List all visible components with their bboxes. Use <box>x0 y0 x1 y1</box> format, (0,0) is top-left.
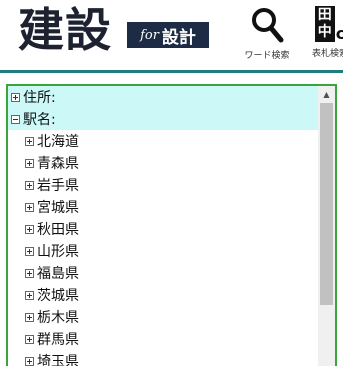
tree-child-label: 岩手県 <box>37 178 79 194</box>
logo-sekkei-text: 設計 <box>161 27 196 48</box>
nameplate-icon-bottom: 中 <box>317 24 332 40</box>
expand-plus-icon[interactable] <box>11 92 20 102</box>
expand-plus-icon[interactable] <box>25 312 34 322</box>
nameplate-icon-box: 田 中 <box>314 6 335 42</box>
table-search-label: 表札検索 <box>311 49 343 59</box>
logo-for-text: for <box>140 27 159 43</box>
tree-child-label: 栃木県 <box>37 310 79 326</box>
tree-child-label: 青森県 <box>37 156 79 172</box>
tree-child-item[interactable]: 宮城県 <box>8 196 318 218</box>
site-logo[interactable]: 建設 <box>18 4 112 56</box>
expand-plus-icon[interactable] <box>25 224 34 234</box>
nameplate-icon-suffix: c <box>335 24 343 43</box>
vertical-scrollbar[interactable]: ▲ <box>318 86 335 366</box>
word-search-label: ワード検索 <box>244 51 290 61</box>
search-icon <box>252 8 284 43</box>
tree-child-item[interactable]: 埼玉県 <box>8 350 318 366</box>
scroll-up-arrow-icon[interactable]: ▲ <box>318 86 335 103</box>
tree-child-item[interactable]: 秋田県 <box>8 218 318 240</box>
expand-plus-icon[interactable] <box>25 180 34 190</box>
tree-child-item[interactable]: 北海道 <box>8 130 318 152</box>
word-search-button[interactable]: ワード検索 <box>243 6 291 61</box>
header-divider <box>0 70 343 73</box>
tree-item-label: 住所: <box>23 90 56 106</box>
tree-child-item[interactable]: 青森県 <box>8 152 318 174</box>
tree-list: 住所: 駅名: 北海道 青森県 岩手県 宮城県 秋田県 山形県 福島県 茨城県 … <box>8 86 318 366</box>
tree-child-label: 秋田県 <box>37 222 79 238</box>
tree-child-label: 山形県 <box>37 244 79 260</box>
tree-item-address[interactable]: 住所: <box>8 86 318 108</box>
page: 建設 for 設計 ワード検索 田 中 c 表札検索 住所: <box>0 0 343 366</box>
tree-child-label: 北海道 <box>37 134 79 150</box>
expand-plus-icon[interactable] <box>25 202 34 212</box>
tree-child-item[interactable]: 栃木県 <box>8 306 318 328</box>
tree-item-station[interactable]: 駅名: <box>8 108 318 130</box>
expand-plus-icon[interactable] <box>25 356 34 366</box>
tree-child-label: 福島県 <box>37 266 79 282</box>
logo-badge: for 設計 <box>127 22 209 48</box>
nameplate-icon: 田 中 c <box>314 6 343 43</box>
collapse-minus-icon[interactable] <box>11 114 20 124</box>
nameplate-icon-top: 田 <box>317 7 332 23</box>
scroll-thumb[interactable] <box>320 103 333 305</box>
tree-child-label: 埼玉県 <box>37 354 79 366</box>
tree-child-label: 群馬県 <box>37 332 79 348</box>
tree-child-item[interactable]: 山形県 <box>8 240 318 262</box>
tree-child-label: 茨城県 <box>37 288 79 304</box>
tree-child-label: 宮城県 <box>37 200 79 216</box>
expand-plus-icon[interactable] <box>25 334 34 344</box>
tree-child-item[interactable]: 福島県 <box>8 262 318 284</box>
tree-child-item[interactable]: 茨城県 <box>8 284 318 306</box>
expand-plus-icon[interactable] <box>25 158 34 168</box>
tree-child-item[interactable]: 群馬県 <box>8 328 318 350</box>
expand-plus-icon[interactable] <box>25 136 34 146</box>
expand-plus-icon[interactable] <box>25 290 34 300</box>
table-search-button[interactable]: 田 中 c 表札検索 <box>306 6 343 59</box>
tree-item-label: 駅名: <box>23 112 56 128</box>
expand-plus-icon[interactable] <box>25 268 34 278</box>
expand-plus-icon[interactable] <box>25 246 34 256</box>
tree-child-item[interactable]: 岩手県 <box>8 174 318 196</box>
tree-panel: 住所: 駅名: 北海道 青森県 岩手県 宮城県 秋田県 山形県 福島県 茨城県 … <box>6 84 337 366</box>
